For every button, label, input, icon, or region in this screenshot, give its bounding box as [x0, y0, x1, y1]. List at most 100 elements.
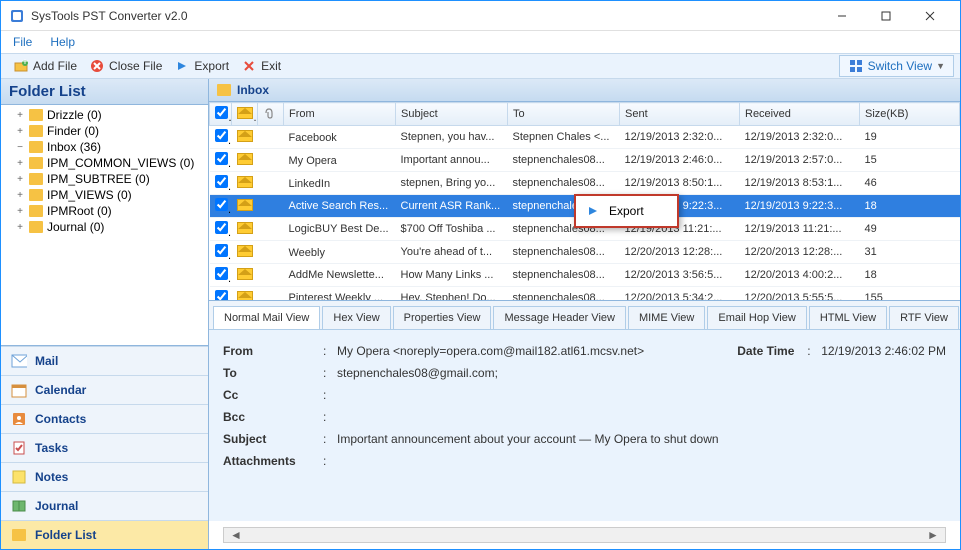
expand-icon[interactable]: +: [15, 126, 25, 137]
close-file-button[interactable]: Close File: [83, 56, 168, 76]
table-row[interactable]: Pinterest Weekly ... Hey, Stephen! Do...…: [210, 287, 960, 301]
row-checkbox[interactable]: [215, 221, 228, 234]
expand-icon[interactable]: −: [15, 142, 25, 153]
tree-item[interactable]: +IPMRoot (0): [1, 203, 208, 219]
cell-from: Facebook: [284, 126, 396, 149]
context-menu: Export: [574, 194, 679, 228]
cell-subject: How Many Links ...: [396, 264, 508, 287]
scroll-left-icon[interactable]: ◄: [228, 528, 244, 542]
expand-icon[interactable]: +: [15, 158, 25, 169]
tree-item[interactable]: + IPM_COMMON_VIEWS (0): [1, 155, 208, 171]
add-file-button[interactable]: + Add File: [7, 56, 83, 76]
title-bar: SysTools PST Converter v2.0: [1, 1, 960, 31]
cell-sent: 12/19/2013 2:32:0...: [620, 126, 740, 149]
tree-item[interactable]: +Journal (0): [1, 219, 208, 235]
expand-icon[interactable]: +: [15, 222, 25, 233]
table-row[interactable]: LinkedIn stepnen, Bring yo... stepnencha…: [210, 172, 960, 195]
expand-icon[interactable]: +: [15, 206, 25, 217]
folder-icon: [11, 527, 27, 543]
exit-button[interactable]: Exit: [235, 56, 287, 76]
close-button[interactable]: [908, 2, 952, 30]
scroll-right-icon[interactable]: ►: [925, 528, 941, 542]
tasks-icon: [11, 440, 27, 456]
menu-help[interactable]: Help: [50, 35, 75, 49]
detail-to-value: stepnenchales08@gmail.com;: [337, 366, 498, 380]
tab-normal[interactable]: Normal Mail View: [213, 306, 320, 329]
journal-icon: [11, 498, 27, 514]
cell-received: 12/19/2013 9:22:3...: [740, 195, 860, 218]
col-size[interactable]: Size(KB): [860, 103, 960, 126]
tree-item[interactable]: +IPM_SUBTREE (0): [1, 171, 208, 187]
folder-icon: [217, 84, 231, 96]
tab-html[interactable]: HTML View: [809, 306, 887, 329]
cell-received: 12/19/2013 2:32:0...: [740, 126, 860, 149]
row-checkbox[interactable]: [215, 152, 228, 165]
table-row[interactable]: Facebook Stepnen, you hav... Stepnen Cha…: [210, 126, 960, 149]
col-subject[interactable]: Subject: [396, 103, 508, 126]
row-checkbox[interactable]: [215, 290, 228, 300]
col-attach[interactable]: [258, 103, 284, 126]
tree-item[interactable]: + Finder (0): [1, 123, 208, 139]
expand-icon[interactable]: +: [15, 110, 25, 121]
tab-rtf[interactable]: RTF View: [889, 306, 959, 329]
row-checkbox[interactable]: [215, 129, 228, 142]
detail-from-label: From: [223, 344, 323, 358]
col-from[interactable]: From: [284, 103, 396, 126]
row-checkbox[interactable]: [215, 244, 228, 257]
svg-text:+: +: [21, 59, 28, 68]
col-sent[interactable]: Sent: [620, 103, 740, 126]
cell-from: My Opera: [284, 149, 396, 172]
tree-item-label: IPM_COMMON_VIEWS (0): [47, 156, 194, 170]
tree-item[interactable]: −Inbox (36): [1, 139, 208, 155]
nav-calendar[interactable]: Calendar: [1, 375, 208, 404]
col-checkbox[interactable]: [210, 103, 232, 126]
minimize-button[interactable]: [820, 2, 864, 30]
folder-tree[interactable]: +Drizzle (0)+Finder (0)−Inbox (36)+IPM_C…: [1, 105, 208, 346]
nav-journal[interactable]: Journal: [1, 491, 208, 520]
context-export[interactable]: Export: [579, 199, 674, 223]
cell-from: LogicBUY Best De...: [284, 218, 396, 241]
col-to[interactable]: To: [508, 103, 620, 126]
cell-size: 31: [860, 241, 960, 264]
folder-list-header: Folder List: [1, 79, 208, 105]
detail-cc-label: Cc: [223, 388, 323, 402]
export-button[interactable]: Export: [168, 56, 235, 76]
cell-subject: Hey, Stephen! Do...: [396, 287, 508, 301]
cell-received: 12/20/2013 4:00:2...: [740, 264, 860, 287]
tab-properties[interactable]: Properties View: [393, 306, 492, 329]
row-checkbox[interactable]: [215, 175, 228, 188]
export-icon: [174, 58, 190, 74]
menu-file[interactable]: File: [13, 35, 32, 49]
envelope-icon: [237, 268, 253, 280]
tab-hop[interactable]: Email Hop View: [707, 306, 806, 329]
row-checkbox[interactable]: [215, 267, 228, 280]
detail-horizontal-scrollbar[interactable]: ◄ ►: [223, 527, 946, 543]
detail-datetime-value: 12/19/2013 2:46:02 PM: [821, 344, 946, 358]
maximize-button[interactable]: [864, 2, 908, 30]
tab-hex[interactable]: Hex View: [322, 306, 390, 329]
expand-icon[interactable]: +: [15, 190, 25, 201]
tree-item[interactable]: +Drizzle (0): [1, 107, 208, 123]
nav-folder-list[interactable]: Folder List: [1, 520, 208, 549]
cell-from: Weebly: [284, 241, 396, 264]
cell-sent: 12/19/2013 8:50:1...: [620, 172, 740, 195]
table-row[interactable]: My Opera Important annou... stepnenchale…: [210, 149, 960, 172]
tab-msg-header[interactable]: Message Header View: [493, 306, 625, 329]
cell-received: 12/20/2013 12:28:...: [740, 241, 860, 264]
nav-notes[interactable]: Notes: [1, 462, 208, 491]
tree-item-label: Finder (0): [47, 124, 99, 138]
row-checkbox[interactable]: [215, 198, 228, 211]
nav-mail[interactable]: Mail: [1, 346, 208, 375]
table-row[interactable]: Weebly You're ahead of t... stepnenchale…: [210, 241, 960, 264]
cell-sent: 12/20/2013 3:56:5...: [620, 264, 740, 287]
switch-view-button[interactable]: Switch View ▼: [839, 55, 954, 77]
tree-item[interactable]: +IPM_VIEWS (0): [1, 187, 208, 203]
nav-tasks[interactable]: Tasks: [1, 433, 208, 462]
col-icon[interactable]: [232, 103, 258, 126]
nav-contacts[interactable]: Contacts: [1, 404, 208, 433]
col-received[interactable]: Received: [740, 103, 860, 126]
table-row[interactable]: AddMe Newslette... How Many Links ... st…: [210, 264, 960, 287]
expand-icon[interactable]: +: [15, 174, 25, 185]
tab-mime[interactable]: MIME View: [628, 306, 705, 329]
cell-size: 15: [860, 149, 960, 172]
